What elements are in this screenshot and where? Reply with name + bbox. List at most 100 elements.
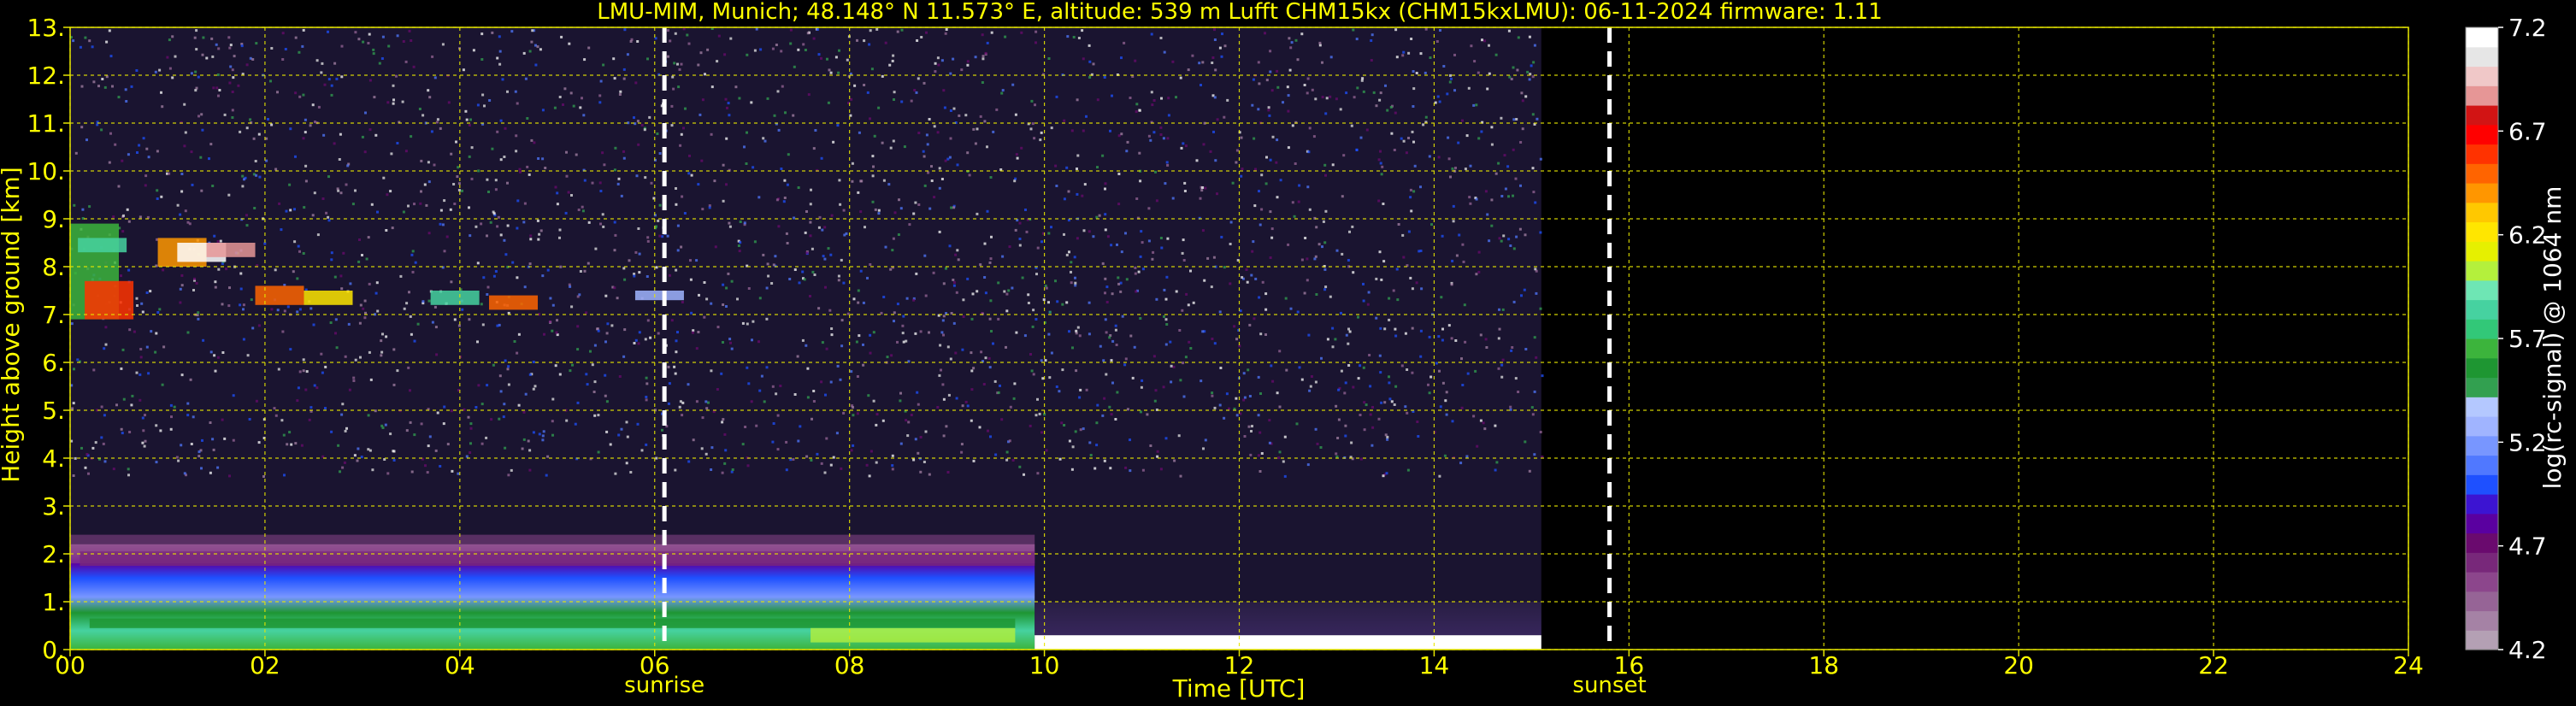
noise-speck (1164, 437, 1168, 440)
noise-speck (1303, 84, 1306, 86)
noise-speck (292, 270, 295, 274)
noise-speck (960, 450, 964, 454)
noise-speck (380, 57, 384, 60)
noise-speck (1445, 413, 1448, 416)
noise-speck (160, 91, 162, 94)
noise-speck (339, 132, 342, 136)
noise-speck (765, 366, 769, 369)
noise-speck (314, 121, 316, 124)
noise-speck (1498, 308, 1500, 311)
noise-speck (952, 284, 956, 287)
noise-speck (327, 175, 330, 179)
noise-speck (1029, 424, 1032, 427)
noise-speck (825, 437, 828, 440)
noise-speck (940, 368, 942, 372)
noise-speck (1201, 61, 1205, 64)
noise-speck (1038, 412, 1041, 415)
noise-speck (217, 47, 221, 50)
noise-speck (1254, 277, 1258, 280)
noise-speck (772, 422, 775, 425)
noise-speck (433, 163, 436, 167)
noise-speck (1165, 161, 1169, 164)
noise-speck (1502, 234, 1506, 238)
noise-speck (343, 461, 346, 464)
noise-speck (747, 382, 751, 385)
noise-speck (127, 468, 130, 471)
noise-speck (1404, 332, 1407, 335)
noise-speck (1214, 68, 1217, 72)
noise-speck (576, 401, 580, 404)
noise-speck (1314, 97, 1317, 101)
noise-speck (1293, 215, 1296, 218)
noise-speck (431, 55, 434, 58)
noise-speck (1287, 94, 1290, 97)
noise-speck (725, 137, 728, 140)
noise-speck (859, 269, 863, 273)
cirrus-patch (85, 280, 134, 320)
noise-speck (599, 222, 602, 226)
noise-speck (966, 151, 970, 155)
noise-speck (1509, 244, 1512, 247)
colorbar-tick-label: 4.2 (2508, 636, 2547, 664)
noise-speck (1018, 465, 1022, 468)
noise-speck (744, 426, 747, 428)
noise-speck (806, 396, 810, 399)
noise-speck (1139, 410, 1142, 414)
noise-speck (1445, 391, 1448, 394)
noise-speck (960, 443, 964, 446)
noise-speck (905, 419, 908, 422)
noise-speck (1137, 270, 1141, 274)
noise-speck (154, 350, 157, 354)
noise-speck (801, 270, 805, 274)
noise-speck (1219, 367, 1223, 369)
noise-speck (1362, 366, 1365, 369)
noise-speck (1267, 106, 1270, 109)
noise-speck (171, 76, 174, 79)
noise-speck (533, 385, 537, 388)
noise-speck (1254, 168, 1257, 171)
noise-speck (330, 251, 333, 255)
noise-speck (872, 165, 875, 168)
colorbar-segment (2466, 319, 2498, 339)
noise-speck (1314, 255, 1317, 258)
noise-speck (806, 32, 810, 35)
noise-speck (1419, 185, 1422, 189)
noise-speck (1110, 359, 1113, 362)
noise-speck (84, 466, 87, 469)
noise-speck (476, 262, 480, 265)
noise-speck (1402, 139, 1406, 143)
noise-speck (1253, 137, 1256, 140)
noise-speck (825, 347, 828, 350)
noise-speck (1377, 417, 1381, 421)
noise-speck (141, 441, 144, 444)
noise-speck (1309, 385, 1312, 388)
noise-speck (186, 414, 190, 417)
noise-speck (724, 97, 728, 101)
noise-speck (1267, 109, 1270, 112)
noise-speck (420, 190, 422, 193)
noise-speck (896, 303, 899, 306)
noise-speck (862, 301, 865, 304)
noise-speck (1347, 259, 1350, 262)
noise-speck (891, 249, 894, 252)
noise-speck (657, 219, 660, 222)
noise-speck (281, 32, 285, 35)
noise-speck (1047, 232, 1051, 235)
noise-speck (979, 263, 982, 267)
noise-speck (673, 62, 676, 65)
noise-speck (1036, 397, 1039, 401)
y-tick-label: 9. (42, 205, 65, 233)
noise-speck (1448, 80, 1452, 84)
noise-speck (581, 205, 584, 209)
noise-speck (289, 348, 292, 351)
noise-speck (1378, 250, 1382, 254)
noise-speck (945, 425, 948, 428)
noise-speck (1428, 155, 1431, 158)
noise-speck (1475, 273, 1478, 276)
noise-speck (1383, 401, 1387, 404)
noise-speck (636, 422, 640, 426)
noise-speck (1325, 97, 1329, 100)
noise-speck (990, 330, 993, 332)
noise-speck (1104, 187, 1106, 191)
noise-speck (523, 285, 527, 289)
